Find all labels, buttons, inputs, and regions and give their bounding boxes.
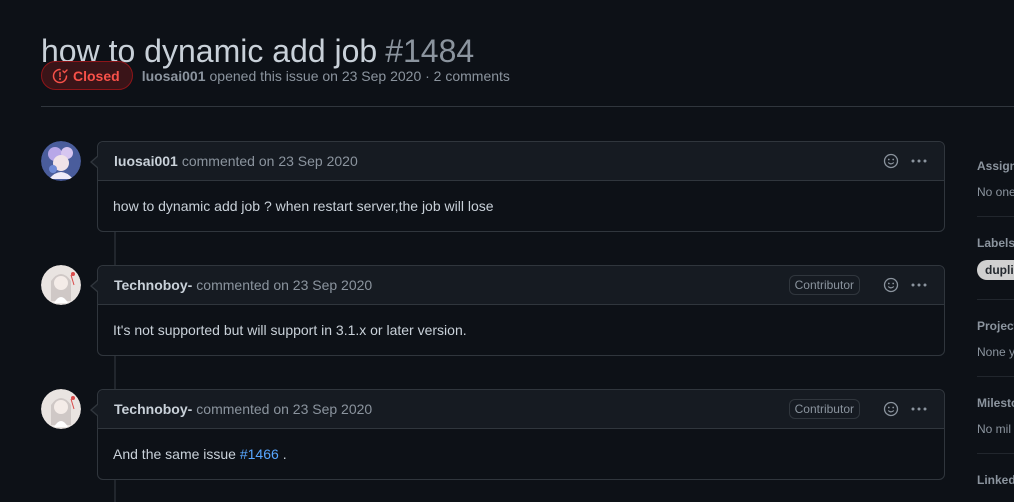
sidebar-milestone-heading[interactable]: Milesto — [977, 396, 1014, 410]
comment-2-header: Technoboy- commented on 23 Sep 2020 Cont… — [98, 266, 944, 305]
status-badge: Closed — [41, 61, 133, 90]
comment-2-author[interactable]: Technoboy- — [114, 277, 192, 293]
sidebar-projects-value: None y — [977, 345, 1014, 359]
sidebar: Assigne No one Labels duplic Project Non… — [977, 0, 1014, 502]
issue-closed-icon — [52, 68, 68, 83]
sidebar-assignees-heading[interactable]: Assigne — [977, 159, 1014, 173]
comment-3-body: And the same issue #1466 . — [98, 429, 944, 479]
issue-link[interactable]: #1466 — [240, 446, 279, 462]
sidebar-assignees-value: No one — [977, 185, 1014, 199]
comment-3-timestamp[interactable]: commented on 23 Sep 2020 — [196, 401, 372, 417]
label-duplicate[interactable]: duplic — [977, 260, 1014, 280]
comment-1-body: how to dynamic add job ? when restart se… — [113, 198, 494, 214]
comment-2-body: It's not supported but will support in 3… — [113, 322, 467, 338]
comment-2-timestamp[interactable]: commented on 23 Sep 2020 — [196, 277, 372, 293]
comment-2: Technoboy- commented on 23 Sep 2020 Cont… — [90, 265, 945, 356]
comment-3-text: And the same issue — [113, 446, 236, 462]
smiley-icon[interactable] — [882, 152, 900, 170]
smiley-icon[interactable] — [882, 400, 900, 418]
comment-1-author[interactable]: luosai001 — [114, 153, 178, 169]
comment-3-suffix: . — [282, 446, 287, 462]
status-text: Closed — [73, 67, 120, 84]
comment-3-author[interactable]: Technoboy- — [114, 401, 192, 417]
sidebar-divider — [977, 216, 1014, 217]
smiley-icon[interactable] — [882, 276, 900, 294]
issue-author-link[interactable]: luosai001 — [142, 68, 206, 84]
avatar-technoboy[interactable] — [41, 389, 81, 429]
sidebar-divider — [977, 299, 1014, 300]
comment-1-timestamp[interactable]: commented on 23 Sep 2020 — [182, 153, 358, 169]
comment-1: luosai001 commented on 23 Sep 2020 how t… — [90, 141, 945, 232]
issue-meta: Closed luosai001 opened this issue on 23… — [41, 60, 510, 91]
comment-3: Technoboy- commented on 23 Sep 2020 Cont… — [90, 389, 945, 480]
comment-1-header: luosai001 commented on 23 Sep 2020 — [98, 142, 944, 181]
avatar-technoboy[interactable] — [41, 265, 81, 305]
comment-3-header: Technoboy- commented on 23 Sep 2020 Cont… — [98, 390, 944, 429]
avatar-luosai001[interactable] — [41, 141, 81, 181]
issue-opened-text: opened this issue on 23 Sep 2020 · 2 com… — [209, 67, 510, 84]
kebab-icon[interactable] — [910, 400, 928, 418]
sidebar-milestone-value: No mil — [977, 422, 1012, 436]
contributor-badge: Contributor — [788, 275, 860, 295]
header-divider — [41, 106, 1014, 107]
kebab-icon[interactable] — [910, 276, 928, 294]
sidebar-labels-heading[interactable]: Labels — [977, 236, 1014, 250]
sidebar-divider — [977, 453, 1014, 454]
sidebar-linked-heading[interactable]: Linked — [977, 473, 1014, 487]
contributor-badge: Contributor — [788, 399, 860, 419]
sidebar-projects-heading[interactable]: Project — [977, 319, 1014, 333]
sidebar-divider — [977, 376, 1014, 377]
kebab-icon[interactable] — [910, 152, 928, 170]
